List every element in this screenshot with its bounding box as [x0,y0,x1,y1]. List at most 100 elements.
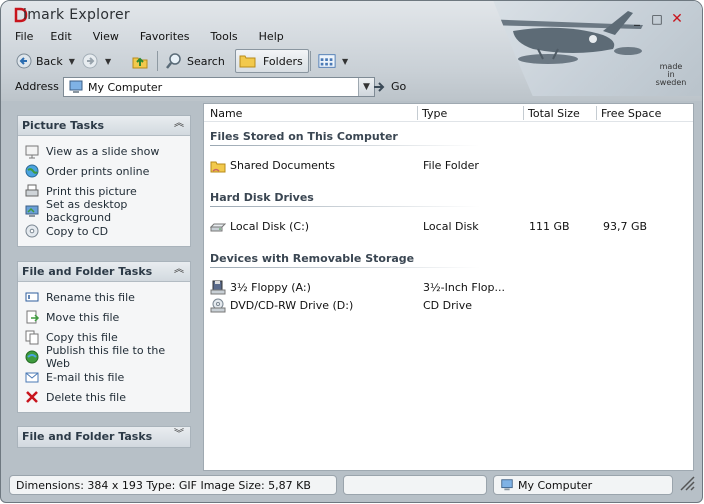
item-type: CD Drive [423,299,472,312]
delete-icon [24,389,40,405]
badge-line-3: sweden [655,78,687,87]
title-bar[interactable]: imark Explorer _ □ ✕ [1,1,702,29]
task-label: Print this picture [46,184,137,198]
address-value: My Computer [88,80,163,94]
menu-bar: File Edit View Favorites Tools Help [15,30,305,46]
search-label: Search [187,54,225,68]
up-folder-icon [131,52,149,70]
item-total: 111 GB [529,220,570,233]
go-button[interactable]: Go [373,80,406,93]
menu-help[interactable]: Help [259,30,292,46]
item-name: DVD/CD-RW Drive (D:) [230,299,354,312]
task-label: Move this file [46,310,120,324]
folders-button[interactable]: Folders [235,49,309,73]
resize-grip-icon[interactable] [677,473,695,491]
item-name: Local Disk (C:) [230,220,310,233]
task-label: E-mail this file [46,370,125,384]
address-label: Address [15,80,59,93]
status-info: Dimensions: 384 x 193 Type: GIF Image Si… [9,475,337,495]
made-in-sweden-badge: made in sweden [649,63,693,87]
close-button[interactable]: ✕ [670,12,684,27]
status-info-text: Dimensions: 384 x 193 Type: GIF Image Si… [16,478,311,492]
back-button[interactable]: Back ▼ [15,49,75,73]
address-input[interactable]: My Computer ▼ [63,77,375,97]
back-dropdown-icon[interactable]: ▼ [69,57,75,66]
computer-icon [68,79,84,95]
menu-view[interactable]: View [93,30,127,46]
window-controls: _ □ ✕ [630,12,684,27]
forward-dropdown-icon[interactable]: ▼ [105,57,111,66]
list-item[interactable]: Local Disk (C:) Local Disk 111 GB 93,7 G… [210,218,690,236]
menu-file[interactable]: File [15,30,41,46]
dvd-drive-icon [210,298,226,314]
list-item[interactable]: 3½ Floppy (A:) 3½-Inch Flop... [210,279,690,297]
collapse-icon[interactable]: ︽ [174,119,184,129]
item-name: Shared Documents [230,159,335,172]
task-label: Delete this file [46,390,126,404]
task-label: Set as desktop background [46,198,128,224]
back-label: Back [36,54,63,68]
task-label: Order prints online [46,164,150,178]
item-type: Local Disk [423,220,479,233]
back-arrow-icon [15,52,33,70]
printer-icon [24,183,40,199]
publish-icon [24,349,40,365]
group-removable-storage: Devices with Removable Storage [210,252,415,265]
picture-tasks-header[interactable]: Picture Tasks ︽ [18,116,190,136]
status-bar: Dimensions: 384 x 193 Type: GIF Image Si… [9,475,699,495]
task-email-file[interactable]: E-mail this file [24,367,190,387]
globe-icon [24,163,40,179]
task-order-prints[interactable]: Order prints online [24,161,190,181]
item-type: 3½-Inch Flop... [423,281,505,294]
column-header: Name Type Total Size Free Space [204,104,693,122]
views-button[interactable]: ▼ [318,49,348,73]
up-folder-button[interactable] [131,49,149,73]
task-label: Copy this file [46,330,118,344]
status-middle [343,475,487,495]
status-location-text: My Computer [518,478,593,492]
task-move-file[interactable]: Move this file [24,307,190,327]
maximize-button[interactable]: □ [650,13,664,27]
picture-tasks-panel: Picture Tasks ︽ View as a slide show Ord… [17,115,191,247]
task-set-desktop-background[interactable]: Set as desktop background [24,198,190,224]
desktop-icon [24,203,40,219]
menu-tools[interactable]: Tools [211,30,246,46]
column-type[interactable]: Type [422,107,447,120]
folders-label: Folders [263,54,303,68]
list-item[interactable]: DVD/CD-RW Drive (D:) CD Drive [210,297,690,315]
task-delete-file[interactable]: Delete this file [24,387,190,407]
minimize-button[interactable]: _ [630,13,644,27]
column-name[interactable]: Name [210,107,242,120]
expand-icon[interactable]: ︾ [174,430,184,440]
picture-tasks-title: Picture Tasks [22,119,105,132]
list-item[interactable]: Shared Documents File Folder [210,157,690,175]
item-name: 3½ Floppy (A:) [230,281,311,294]
file-folder-tasks-header[interactable]: File and Folder Tasks ︽ [18,262,190,282]
search-button[interactable]: Search [165,49,225,73]
computer-icon [500,478,514,492]
item-free: 93,7 GB [603,220,648,233]
task-publish-web[interactable]: Publish this file to the Web [24,344,190,370]
task-label: View as a slide show [46,144,160,158]
hard-disk-icon [210,219,226,235]
collapse-icon[interactable]: ︽ [174,265,184,275]
collapsed-panel-header[interactable]: File and Folder Tasks ︾ [18,427,190,447]
task-copy-to-cd[interactable]: Copy to CD [24,221,190,241]
menu-edit[interactable]: Edit [50,30,79,46]
folder-icon [239,52,257,70]
task-rename-file[interactable]: Rename this file [24,287,190,307]
column-free-space[interactable]: Free Space [601,107,661,120]
go-arrow-icon [373,81,387,93]
file-list-view: Name Type Total Size Free Space Files St… [203,103,694,471]
column-total-size[interactable]: Total Size [528,107,580,120]
window-title: imark Explorer [23,7,130,23]
forward-button[interactable]: ▼ [81,49,111,73]
views-dropdown-icon[interactable]: ▼ [342,57,348,66]
task-view-slideshow[interactable]: View as a slide show [24,141,190,161]
group-hard-disk-drives: Hard Disk Drives [210,191,314,204]
explorer-window: made in sweden imark Explorer _ □ ✕ File… [0,0,703,503]
address-bar: Address My Computer ▼ Go [15,77,415,97]
address-dropdown-icon[interactable]: ▼ [358,78,374,96]
search-icon [165,52,183,70]
menu-favorites[interactable]: Favorites [140,30,198,46]
